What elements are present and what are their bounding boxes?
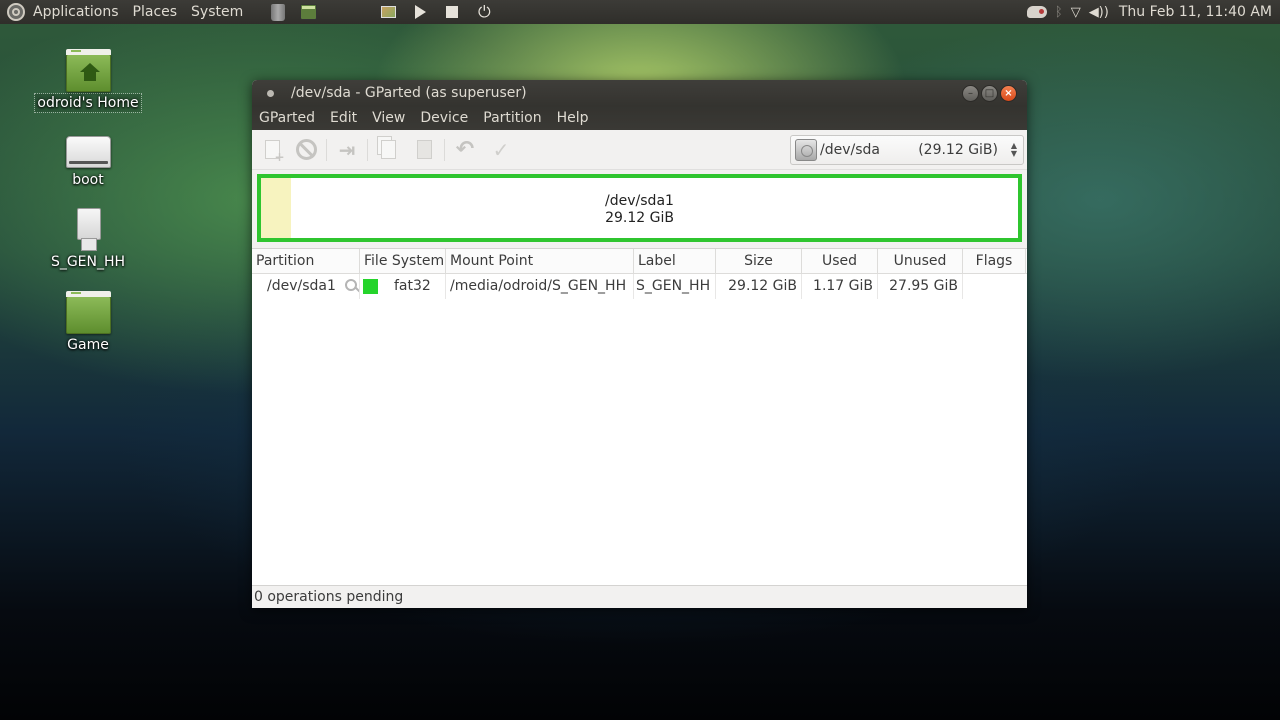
cell-size: 29.12 GiB	[716, 274, 802, 299]
desktop-icon-boot[interactable]: boot	[28, 130, 148, 189]
folder-icon	[65, 291, 111, 334]
new-partition-button[interactable]	[259, 137, 285, 164]
undo-icon: ↶	[455, 137, 475, 162]
apply-icon: ✓	[492, 137, 510, 162]
wifi-icon[interactable]: ▽	[1071, 5, 1081, 20]
desktop-icon-s-gen-hh[interactable]: S_GEN_HH	[28, 208, 148, 271]
partition-table: Partition File System Mount Point Label …	[252, 248, 1027, 586]
new-icon	[264, 140, 285, 164]
menu-view[interactable]: View	[372, 110, 405, 126]
desktop-icon-home[interactable]: odroid's Home	[28, 49, 148, 113]
toolbar: ⇥ ↶ ✓ /dev/sda (29.12 GiB) ▲▼	[252, 130, 1027, 218]
column-header-used[interactable]: Used	[802, 249, 878, 274]
device-name: /dev/sda	[820, 142, 880, 158]
status-bar: 0 operations pending	[252, 586, 1027, 608]
paste-button[interactable]	[411, 137, 437, 163]
table-header: Partition File System Mount Point Label …	[252, 249, 1027, 274]
play-icon[interactable]	[411, 3, 429, 21]
toolbar-separator	[444, 138, 445, 161]
ubuntu-logo-icon[interactable]	[7, 3, 25, 21]
desktop-icon-label: Game	[67, 337, 109, 353]
top-panel: Applications Places System ⏻ ᛒ ▽ ◀)) Thu…	[0, 0, 1280, 24]
volume-icon[interactable]: ◀))	[1089, 5, 1109, 20]
home-folder-icon	[65, 49, 111, 92]
window-controls: – □ ×	[962, 85, 1017, 102]
menu-system[interactable]: System	[191, 4, 243, 20]
menu-partition[interactable]: Partition	[483, 110, 541, 126]
hard-disk-icon	[795, 139, 817, 161]
cell-filesystem: fat32	[360, 274, 446, 299]
desktop-icon-label: odroid's Home	[34, 93, 142, 113]
cell-used: 1.17 GiB	[802, 274, 878, 299]
toolbar-separator	[367, 138, 368, 161]
gparted-window: /dev/sda - GParted (as superuser) – □ × …	[252, 80, 1027, 608]
partition-name: /dev/sda1	[267, 278, 336, 294]
copy-icon	[380, 140, 396, 159]
table-row[interactable]: /dev/sda1 fat32 /media/odroid/S_GEN_HH S…	[252, 274, 1027, 299]
toolbar-separator	[326, 138, 327, 161]
desktop-icon-game[interactable]: Game	[28, 291, 148, 354]
minimize-button[interactable]: –	[962, 85, 979, 102]
bluetooth-icon[interactable]: ᛒ	[1055, 5, 1063, 20]
column-header-filesystem[interactable]: File System	[360, 249, 446, 274]
window-menu-icon[interactable]	[267, 89, 274, 97]
column-header-size[interactable]: Size	[716, 249, 802, 274]
resize-move-icon: ⇥	[338, 137, 356, 162]
disk-graphic[interactable]: /dev/sda1 29.12 GiB	[257, 174, 1022, 242]
desktop-icon-label: boot	[72, 172, 104, 188]
menu-applications[interactable]: Applications	[33, 4, 119, 20]
menu-edit[interactable]: Edit	[330, 110, 357, 126]
menu-help[interactable]: Help	[557, 110, 589, 126]
title-bar[interactable]: /dev/sda - GParted (as superuser) – □ ×	[252, 80, 1027, 106]
paste-icon	[416, 140, 432, 159]
column-header-label[interactable]: Label	[634, 249, 716, 274]
cell-flags	[963, 274, 1026, 299]
screenshot-icon[interactable]	[379, 3, 397, 21]
power-icon[interactable]: ⏻	[475, 3, 493, 21]
resize-move-button[interactable]: ⇥	[334, 137, 360, 163]
cell-partition: /dev/sda1	[252, 274, 360, 299]
media-controls: ⏻	[379, 3, 507, 21]
device-size: (29.12 GiB)	[918, 142, 998, 158]
game-controller-icon[interactable]	[1026, 6, 1047, 18]
copy-button[interactable]	[375, 137, 401, 163]
menu-device[interactable]: Device	[420, 110, 468, 126]
maximize-button[interactable]: □	[981, 85, 998, 102]
terminal-icon[interactable]	[300, 4, 318, 20]
cell-label: S_GEN_HH	[634, 274, 716, 299]
cell-mount-point: /media/odroid/S_GEN_HH	[446, 274, 634, 299]
disk-graphic-partition: /dev/sda1	[605, 193, 674, 209]
key-icon	[345, 279, 357, 291]
window-title: /dev/sda - GParted (as superuser)	[291, 85, 527, 101]
column-header-mount-point[interactable]: Mount Point	[446, 249, 634, 274]
spin-arrows-icon: ▲ ▼	[1010, 141, 1017, 158]
column-header-unused[interactable]: Unused	[878, 249, 963, 274]
menu-gparted[interactable]: GParted	[259, 110, 315, 126]
menu-bar: GParted Edit View Device Partition Help	[252, 106, 1027, 130]
clock[interactable]: Thu Feb 11, 11:40 AM	[1119, 4, 1272, 20]
column-header-flags[interactable]: Flags	[963, 249, 1026, 274]
desktop-icon-label: S_GEN_HH	[50, 254, 126, 270]
stop-icon[interactable]	[443, 3, 461, 21]
close-button[interactable]: ×	[1000, 85, 1017, 102]
filesystem-color-swatch	[363, 279, 378, 294]
cell-unused: 27.95 GiB	[878, 274, 963, 299]
system-tray: ᛒ ▽ ◀)) Thu Feb 11, 11:40 AM	[1019, 0, 1272, 24]
device-selector[interactable]: /dev/sda (29.12 GiB) ▲ ▼	[790, 135, 1024, 165]
usb-drive-icon	[77, 208, 101, 251]
undo-button[interactable]: ↶	[452, 137, 478, 163]
delete-partition-button[interactable]	[293, 137, 319, 163]
drive-icon	[65, 136, 111, 168]
apply-button[interactable]: ✓	[488, 137, 514, 163]
trash-icon[interactable]	[271, 3, 286, 21]
disk-graphic-size: 29.12 GiB	[605, 210, 674, 226]
column-header-partition[interactable]: Partition	[252, 249, 360, 274]
delete-icon	[295, 139, 317, 160]
menu-places[interactable]: Places	[133, 4, 178, 20]
